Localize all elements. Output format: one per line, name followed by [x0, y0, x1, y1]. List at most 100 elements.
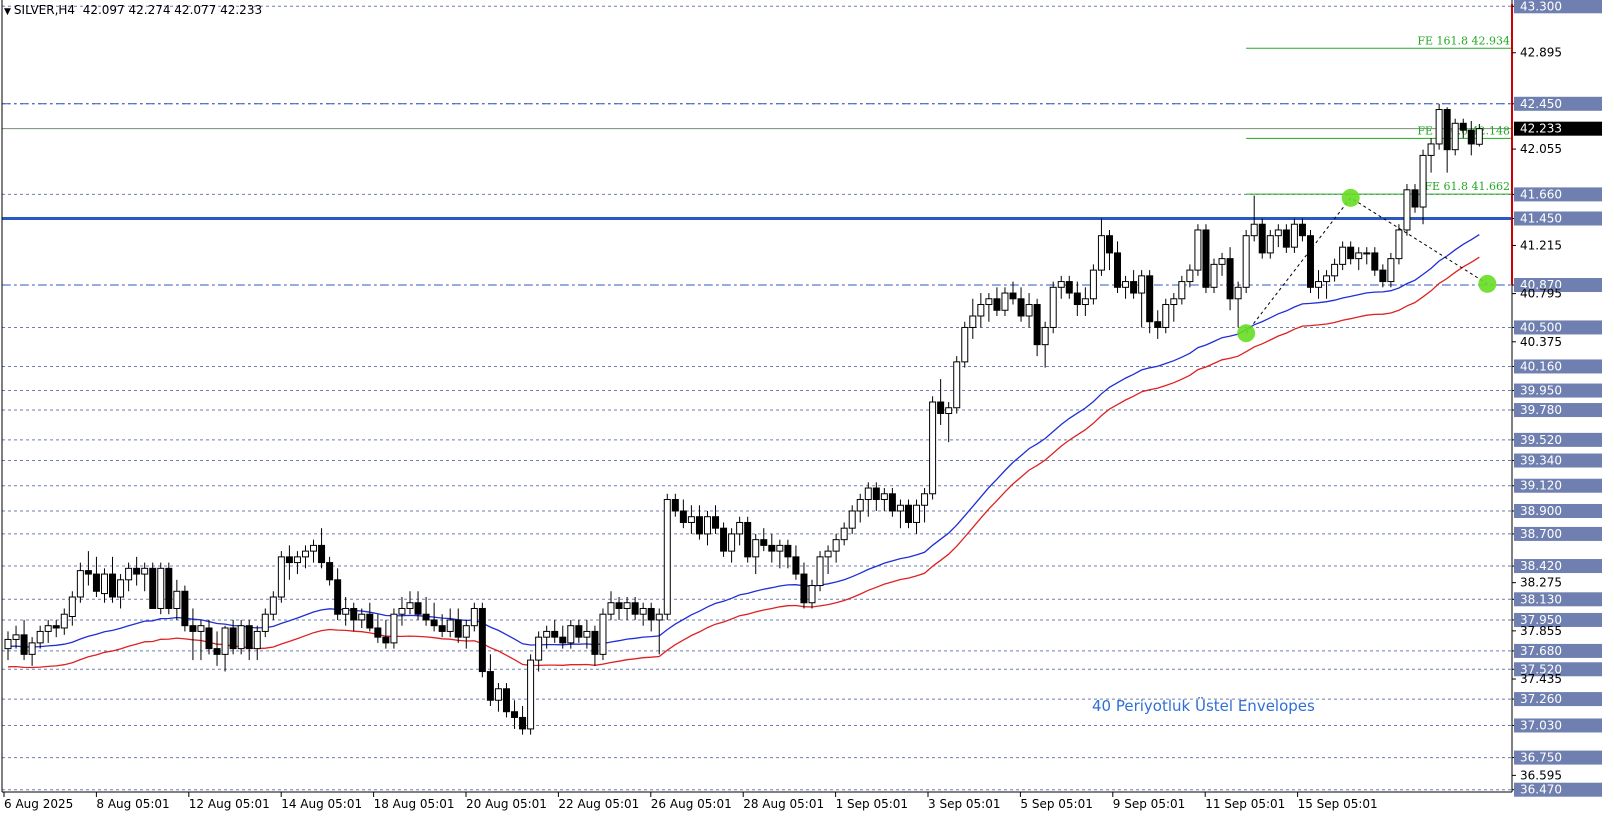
candle-body [1001, 292, 1009, 311]
candle-body [406, 602, 414, 609]
candle-body [165, 567, 173, 609]
candle-body [511, 711, 519, 718]
time-label: 12 Aug 05:01 [189, 797, 270, 811]
candle-body [173, 590, 181, 609]
candle-body [929, 401, 937, 495]
candle-body [398, 607, 406, 615]
candle-body [181, 590, 189, 627]
candle-body [744, 521, 752, 558]
candle-body [1435, 109, 1443, 145]
candle-body [1266, 235, 1274, 254]
candle-body [993, 298, 1001, 311]
candle-body [237, 625, 245, 650]
price-label: 38.700 [1520, 527, 1562, 541]
candle-body [1403, 189, 1411, 231]
candle-body [784, 544, 792, 558]
candle-body [519, 716, 527, 730]
candle-body [937, 401, 945, 414]
candle-body [205, 627, 213, 650]
candle-body [342, 607, 350, 615]
candle-body [1298, 223, 1306, 237]
price-label: 36.750 [1520, 751, 1562, 765]
candle-body [1073, 292, 1081, 306]
candle-body [189, 625, 197, 632]
candle-body [1226, 258, 1234, 300]
time-label: 22 Aug 05:01 [558, 797, 639, 811]
candle-body [1339, 246, 1347, 265]
chart-header: ▼ SILVER,H4 42.097 42.274 42.077 42.233 [4, 3, 262, 17]
candle-body [12, 634, 20, 640]
candle-body [109, 573, 117, 598]
price-label: 40.500 [1520, 320, 1562, 334]
candle-body [1081, 298, 1089, 306]
pattern-point [1341, 188, 1360, 207]
price-label: 40.160 [1520, 359, 1562, 373]
candle-body [117, 579, 125, 598]
envelopes-annotation: 40 Periyotluk Üstel Envelopes [1092, 697, 1315, 715]
symbol-label: SILVER,H4 [13, 3, 76, 17]
price-chart[interactable]: FE 161.8 42.934FE 100.0 42.148FE 61.8 41… [0, 0, 1614, 840]
candle-body [1130, 281, 1138, 294]
candle-body [454, 619, 462, 638]
candle-body [679, 510, 687, 523]
candle-body [599, 613, 607, 655]
chart-frame [1, 0, 1513, 793]
candle-body [125, 567, 133, 581]
candle-body [1114, 252, 1122, 288]
candle-body [462, 625, 470, 638]
candle-body [100, 573, 108, 595]
candle-body [358, 613, 366, 621]
pattern-point [1478, 274, 1497, 293]
price-label: 37.680 [1520, 644, 1562, 658]
candle-body [752, 539, 760, 558]
price-label: 39.520 [1520, 433, 1562, 447]
candle-body [832, 539, 840, 552]
price-label: 38.130 [1520, 592, 1562, 606]
price-label: 40.795 [1520, 287, 1562, 301]
time-label: 14 Aug 05:01 [281, 797, 362, 811]
time-label: 8 Aug 05:01 [96, 797, 169, 811]
candle-body [728, 533, 736, 552]
candle-body [1097, 235, 1105, 271]
candle-body [326, 562, 334, 581]
price-label: 42.055 [1520, 142, 1562, 156]
candle-body [1282, 229, 1290, 248]
candle-body [720, 527, 728, 552]
candle-body [1274, 229, 1282, 237]
candle-body [1395, 229, 1403, 260]
candle-body [559, 636, 567, 644]
time-label: 3 Sep 05:01 [928, 797, 1000, 811]
candle-body [848, 510, 856, 529]
candle-body [1443, 109, 1451, 151]
candle-body [591, 630, 599, 655]
candle-body [671, 499, 679, 512]
fib-label: FE 161.8 42.934 [1417, 34, 1510, 47]
price-label: 37.855 [1520, 624, 1562, 638]
candle-body [92, 573, 100, 592]
candle-body [1250, 223, 1258, 237]
candle-body [269, 596, 277, 615]
candle-body [68, 596, 76, 618]
candle-body [904, 504, 912, 523]
candle-body [494, 688, 502, 701]
time-label: 1 Sep 05:01 [836, 797, 908, 811]
time-label: 18 Aug 05:01 [374, 797, 455, 811]
candle-body [310, 544, 318, 552]
fibonacci-extension: FE 161.8 42.934FE 100.0 42.148FE 61.8 41… [1246, 34, 1512, 195]
candle-body [1178, 281, 1186, 300]
candle-body [1475, 128, 1483, 145]
candle-body [446, 619, 454, 632]
candle-body [856, 499, 864, 512]
price-label: 36.470 [1520, 783, 1562, 797]
candle-body [1371, 252, 1379, 271]
candle-body [1049, 286, 1057, 328]
dropdown-triangle-icon[interactable]: ▼ [4, 7, 11, 17]
pattern-point [1237, 324, 1256, 343]
candle-body [382, 636, 390, 644]
candle-body [1331, 263, 1339, 277]
candle-body [478, 607, 486, 673]
fib-label: FE 61.8 41.662 [1424, 180, 1510, 193]
time-label: 6 Aug 2025 [4, 797, 73, 811]
candle-body [1355, 252, 1363, 260]
candle-body [969, 315, 977, 328]
